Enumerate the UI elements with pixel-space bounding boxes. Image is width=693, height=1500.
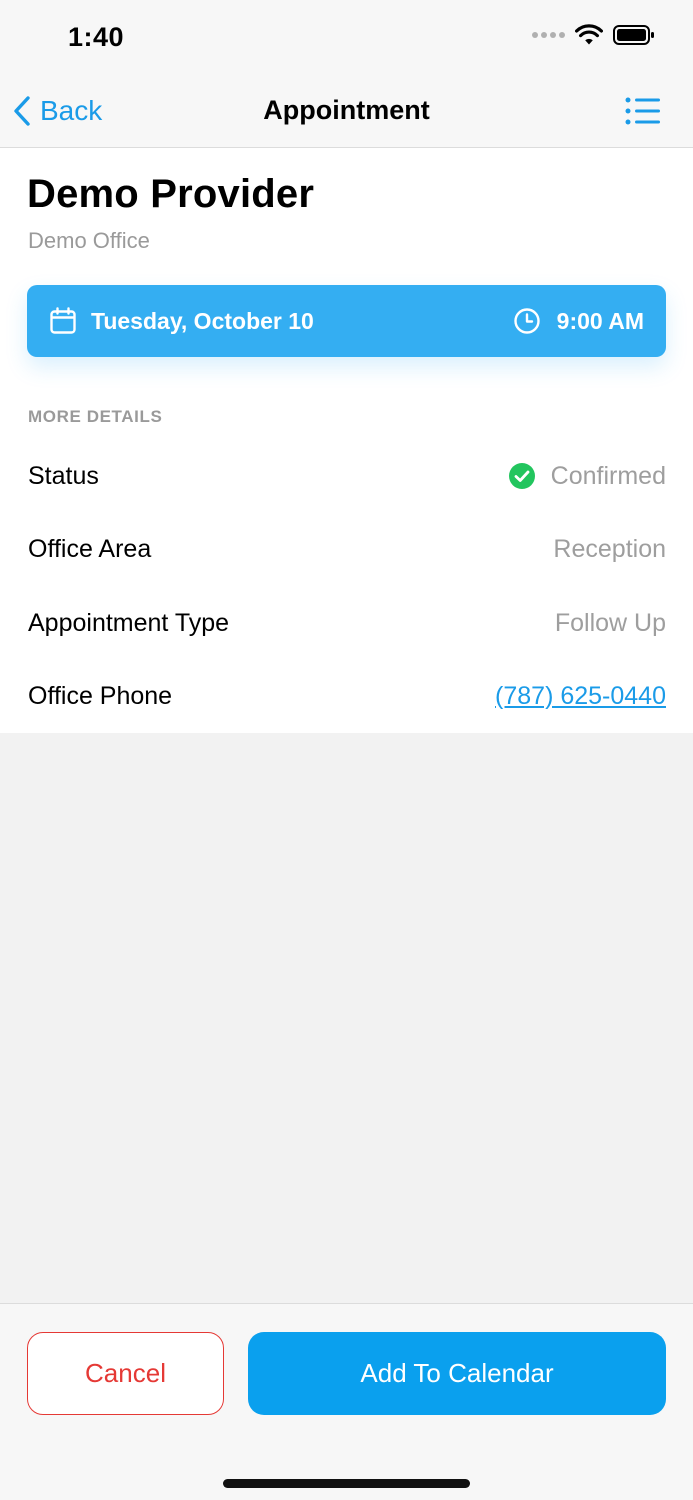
status-icons bbox=[532, 24, 655, 46]
calendar-icon bbox=[50, 307, 76, 334]
appointment-date: Tuesday, October 10 bbox=[49, 285, 314, 357]
battery-icon bbox=[613, 25, 654, 45]
wifi-icon bbox=[575, 24, 603, 45]
office-phone-link[interactable]: (787) 625-0440 bbox=[495, 682, 666, 711]
list-icon bbox=[625, 97, 660, 125]
date-text: Tuesday, October 10 bbox=[91, 307, 314, 334]
status-time: 1:40 bbox=[68, 22, 125, 52]
clock-icon bbox=[513, 308, 540, 334]
detail-value: Reception bbox=[553, 534, 666, 563]
signal-icon bbox=[532, 32, 565, 38]
time-text: 9:00 AM bbox=[556, 307, 644, 334]
check-circle-icon bbox=[508, 463, 535, 489]
provider-name: Demo Provider bbox=[27, 172, 315, 216]
status-bar: 1:40 bbox=[0, 0, 693, 75]
detail-value-status: Confirmed bbox=[508, 461, 666, 491]
appointment-time: 9:00 AM bbox=[513, 285, 644, 357]
datetime-card: Tuesday, October 10 9:00 AM bbox=[27, 285, 666, 357]
detail-value: Follow Up bbox=[554, 608, 666, 637]
detail-row-appointment-type: Appointment Type Follow Up bbox=[28, 603, 666, 643]
detail-row-office-phone: Office Phone (787) 625-0440 bbox=[28, 676, 666, 716]
menu-button[interactable] bbox=[625, 95, 661, 127]
detail-label: Office Phone bbox=[28, 681, 173, 710]
detail-row-office-area: Office Area Reception bbox=[28, 529, 666, 569]
detail-label: Appointment Type bbox=[28, 608, 230, 637]
navigation-bar: Back Appointment bbox=[0, 75, 693, 148]
appointment-details: Demo Provider Demo Office Tuesday, Octob… bbox=[0, 148, 693, 733]
office-name: Demo Office bbox=[28, 228, 150, 253]
home-indicator bbox=[223, 1479, 470, 1488]
page-title: Appointment bbox=[263, 95, 430, 125]
section-label: MORE DETAILS bbox=[28, 407, 163, 426]
action-bar: Cancel Add To Calendar bbox=[0, 1303, 693, 1500]
detail-row-status: Status Confirmed bbox=[28, 456, 666, 496]
cancel-button[interactable]: Cancel bbox=[27, 1332, 224, 1415]
detail-label: Status bbox=[28, 461, 99, 490]
detail-label: Office Area bbox=[28, 534, 152, 563]
status-value: Confirmed bbox=[550, 461, 666, 490]
add-to-calendar-button[interactable]: Add To Calendar bbox=[248, 1332, 666, 1415]
